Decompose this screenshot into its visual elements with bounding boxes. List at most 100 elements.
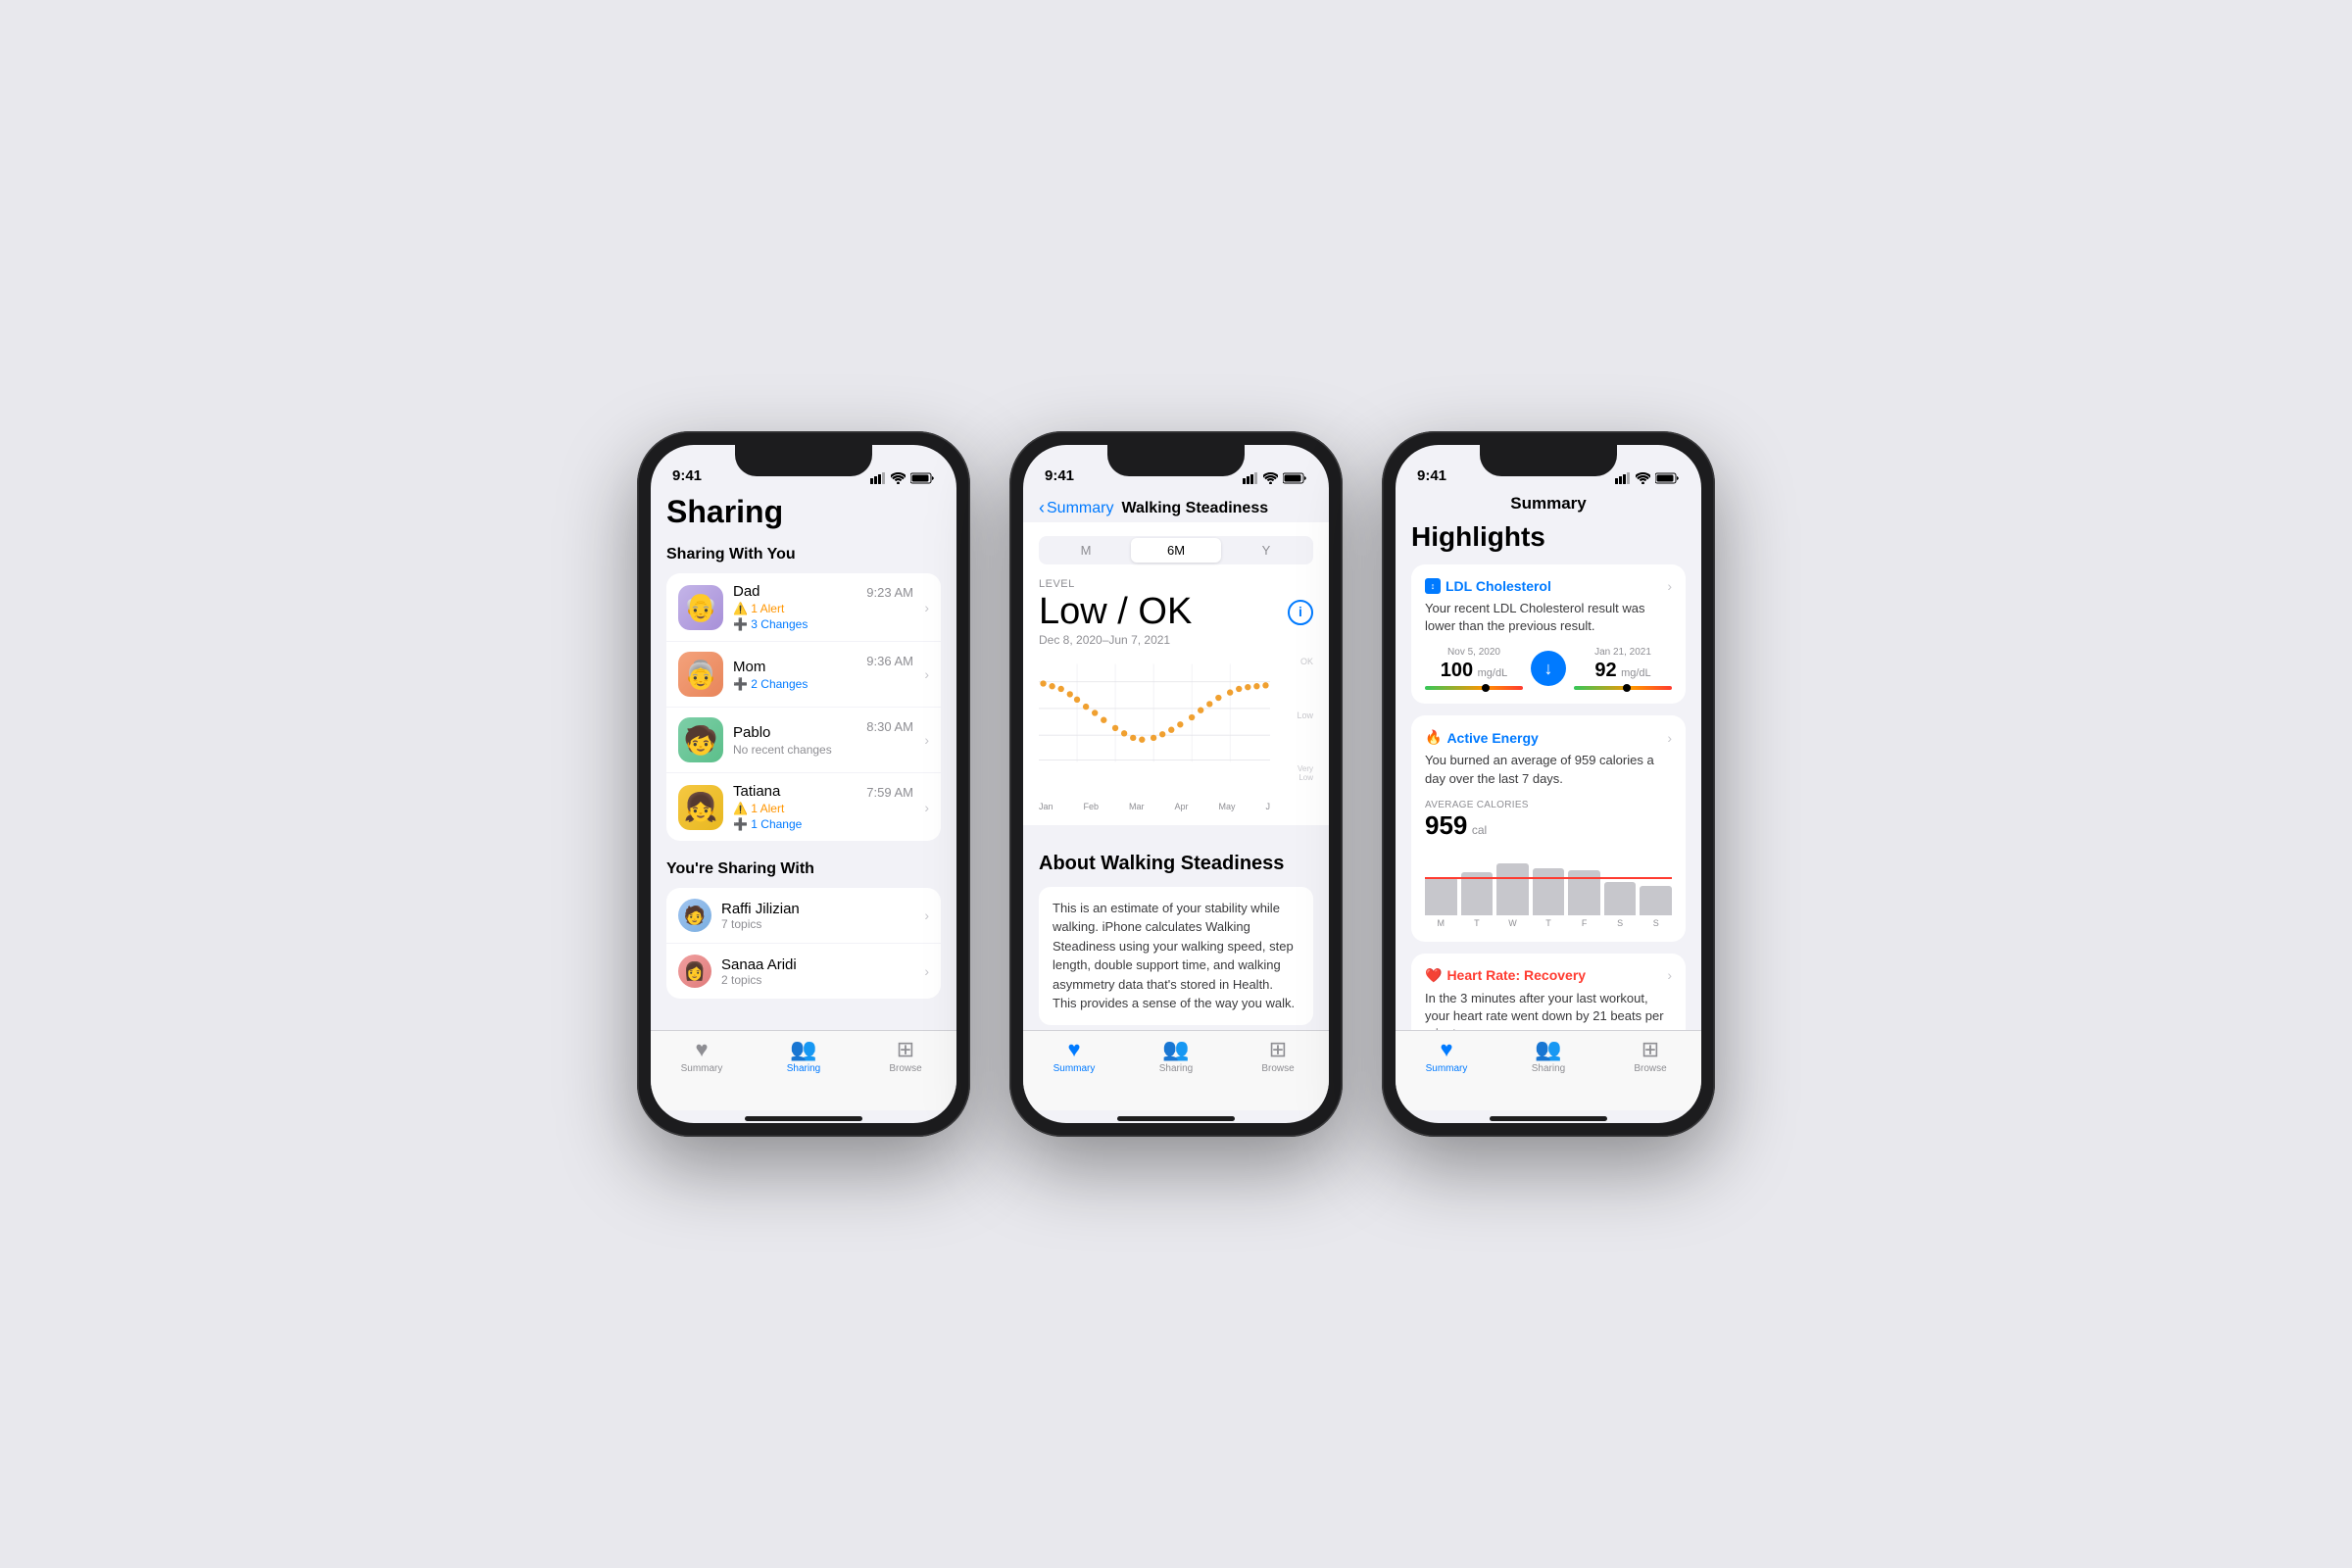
y-label-verylow: VeryLow [1274,764,1313,782]
chart-svg [1039,657,1270,778]
ldl-chevron-icon: › [1667,578,1672,594]
heart-chevron-icon: › [1667,967,1672,983]
notch-3 [1480,445,1617,476]
tab-sharing-1[interactable]: 👥 Sharing [753,1039,855,1074]
summary-content: Summary Highlights ↕ LDL Cholesterol › Y… [1396,490,1701,1123]
person-tatiana[interactable]: 👧 Tatiana ⚠️ 1 Alert ➕ 1 Change 7:5 [666,773,941,841]
heart-title: ❤️ Heart Rate: Recovery [1425,967,1586,984]
tab-sharing-icon-2: 👥 [1162,1039,1189,1060]
avatar-dad: 👴 [678,585,723,630]
signal-icon [870,472,886,484]
ldl-card[interactable]: ↕ LDL Cholesterol › Your recent LDL Chol… [1411,564,1686,704]
energy-card[interactable]: 🔥 Active Energy › You burned an average … [1411,715,1686,941]
person-changes-dad: ➕ 3 Changes [733,617,929,631]
tab-browse-icon-1: ⊞ [897,1039,914,1060]
chol-value-old: 100 mg/dL [1425,660,1523,682]
heart-card-header: ❤️ Heart Rate: Recovery › [1425,967,1672,984]
tab-browse-3[interactable]: ⊞ Browse [1599,1039,1701,1074]
tab-summary-icon-1: ♥ [695,1039,708,1060]
ws-screen[interactable]: ‹ Summary Walking Steadiness M 6M Y LEVE… [1023,490,1329,1030]
person-info-raffi: Raffi Jilizian 7 topics [721,901,929,931]
chevron-mom: › [924,666,929,682]
chol-dot-old [1482,684,1490,692]
calories-value: 959 [1425,810,1467,840]
chol-unit-new: mg/dL [1621,667,1651,679]
phones-container: 9:41 Sharing Sharing With You 👴 [637,431,1715,1137]
tab-summary-2[interactable]: ♥ Summary [1023,1039,1125,1074]
avg-line [1425,877,1672,879]
level-value: Low / OK [1039,592,1192,633]
no-changes-pablo: No recent changes [733,743,832,757]
person-sanaa[interactable]: 👩 Sanaa Aridi 2 topics › [666,944,941,999]
signal-icon-2 [1243,472,1258,484]
chol-value-number-old: 100 [1441,660,1473,681]
home-indicator-3 [1490,1116,1607,1121]
chevron-pablo: › [924,732,929,748]
person-mom[interactable]: 👵 Mom ➕ 2 Changes 9:36 AM › [666,642,941,708]
changes-icon-tatiana: ➕ 1 Change [733,817,802,831]
ldl-desc: Your recent LDL Cholesterol result was l… [1425,600,1672,635]
bar-sat [1604,882,1637,915]
x-apr: Apr [1174,802,1188,811]
x-jan: Jan [1039,802,1054,811]
tab-summary-1[interactable]: ♥ Summary [651,1039,753,1074]
avg-calories-label: Average Calories [1425,800,1672,810]
level-value-row: Low / OK i [1039,592,1313,633]
person-changes-mom: ➕ 2 Changes [733,677,929,691]
person-pablo[interactable]: 🧒 Pablo No recent changes 8:30 AM › [666,708,941,773]
tab-sharing-3[interactable]: 👥 Sharing [1497,1039,1599,1074]
tab-month[interactable]: M [1041,538,1131,563]
tab-bar-3: ♥ Summary 👥 Sharing ⊞ Browse [1396,1030,1701,1110]
chart-area [1039,657,1270,778]
tab-year[interactable]: Y [1221,538,1311,563]
y-label-low: Low [1274,710,1313,720]
tab-summary-3[interactable]: ♥ Summary [1396,1039,1497,1074]
sharing-screen[interactable]: Sharing Sharing With You 👴 Dad ⚠️ 1 Aler… [651,490,956,1030]
bar-sun [1640,886,1672,914]
phone-summary: 9:41 Summary Highlights ↕ [1382,431,1715,1137]
person-name-sanaa: Sanaa Aridi [721,956,929,973]
tab-sharing-2[interactable]: 👥 Sharing [1125,1039,1227,1074]
tab-browse-icon-2: ⊞ [1269,1039,1287,1060]
energy-title: 🔥 Active Energy [1425,729,1539,746]
chol-reading-new: Jan 21, 2021 92 mg/dL [1574,647,1672,690]
day-fri: F [1568,918,1600,928]
cholesterol-comparison: Nov 5, 2020 100 mg/dL ↓ [1425,647,1672,690]
x-j: J [1265,802,1270,811]
summary-nav-title: Summary [1396,490,1701,521]
energy-title-text: Active Energy [1446,730,1538,746]
x-mar: Mar [1129,802,1145,811]
x-may: May [1218,802,1235,811]
person-name-raffi: Raffi Jilizian [721,901,929,917]
time-mom: 9:36 AM [866,654,913,668]
tab-sharing-label-3: Sharing [1532,1063,1565,1074]
tab-6month[interactable]: 6M [1131,538,1221,563]
date-range: Dec 8, 2020–Jun 7, 2021 [1039,633,1313,647]
chol-date-old: Nov 5, 2020 [1425,647,1523,658]
wifi-icon-3 [1636,472,1650,484]
changes-icon-dad: ➕ 3 Changes [733,617,808,631]
tab-browse-1[interactable]: ⊞ Browse [855,1039,956,1074]
person-info-sanaa: Sanaa Aridi 2 topics [721,956,929,987]
energy-card-header: 🔥 Active Energy › [1425,729,1672,746]
person-changes-pablo: No recent changes [733,743,929,757]
tab-browse-2[interactable]: ⊞ Browse [1227,1039,1329,1074]
info-button[interactable]: i [1288,600,1313,625]
status-time-1: 9:41 [672,467,702,484]
avatar-mom: 👵 [678,652,723,697]
summary-screen[interactable]: Summary Highlights ↕ LDL Cholesterol › Y… [1396,490,1701,1030]
chol-value-new: 92 mg/dL [1574,660,1672,682]
person-dad[interactable]: 👴 Dad ⚠️ 1 Alert ➕ 3 Changes 9:23 A [666,573,941,642]
wifi-icon-2 [1263,472,1278,484]
back-button[interactable]: ‹ Summary [1039,498,1113,518]
energy-chart: Average Calories 959 cal [1425,800,1672,928]
chol-reading-old: Nov 5, 2020 100 mg/dL [1425,647,1523,690]
sharing-with-you-cards: 👴 Dad ⚠️ 1 Alert ➕ 3 Changes 9:23 A [666,573,941,841]
day-sun: S [1640,918,1672,928]
day-mon: M [1425,918,1457,928]
person-raffi[interactable]: 🧑 Raffi Jilizian 7 topics › [666,888,941,944]
heart-card[interactable]: ❤️ Heart Rate: Recovery › In the 3 minut… [1411,954,1686,1030]
sharing-with-you-header: Sharing With You [666,546,941,564]
ws-nav: ‹ Summary Walking Steadiness [1023,490,1329,522]
chol-date-new: Jan 21, 2021 [1574,647,1672,658]
